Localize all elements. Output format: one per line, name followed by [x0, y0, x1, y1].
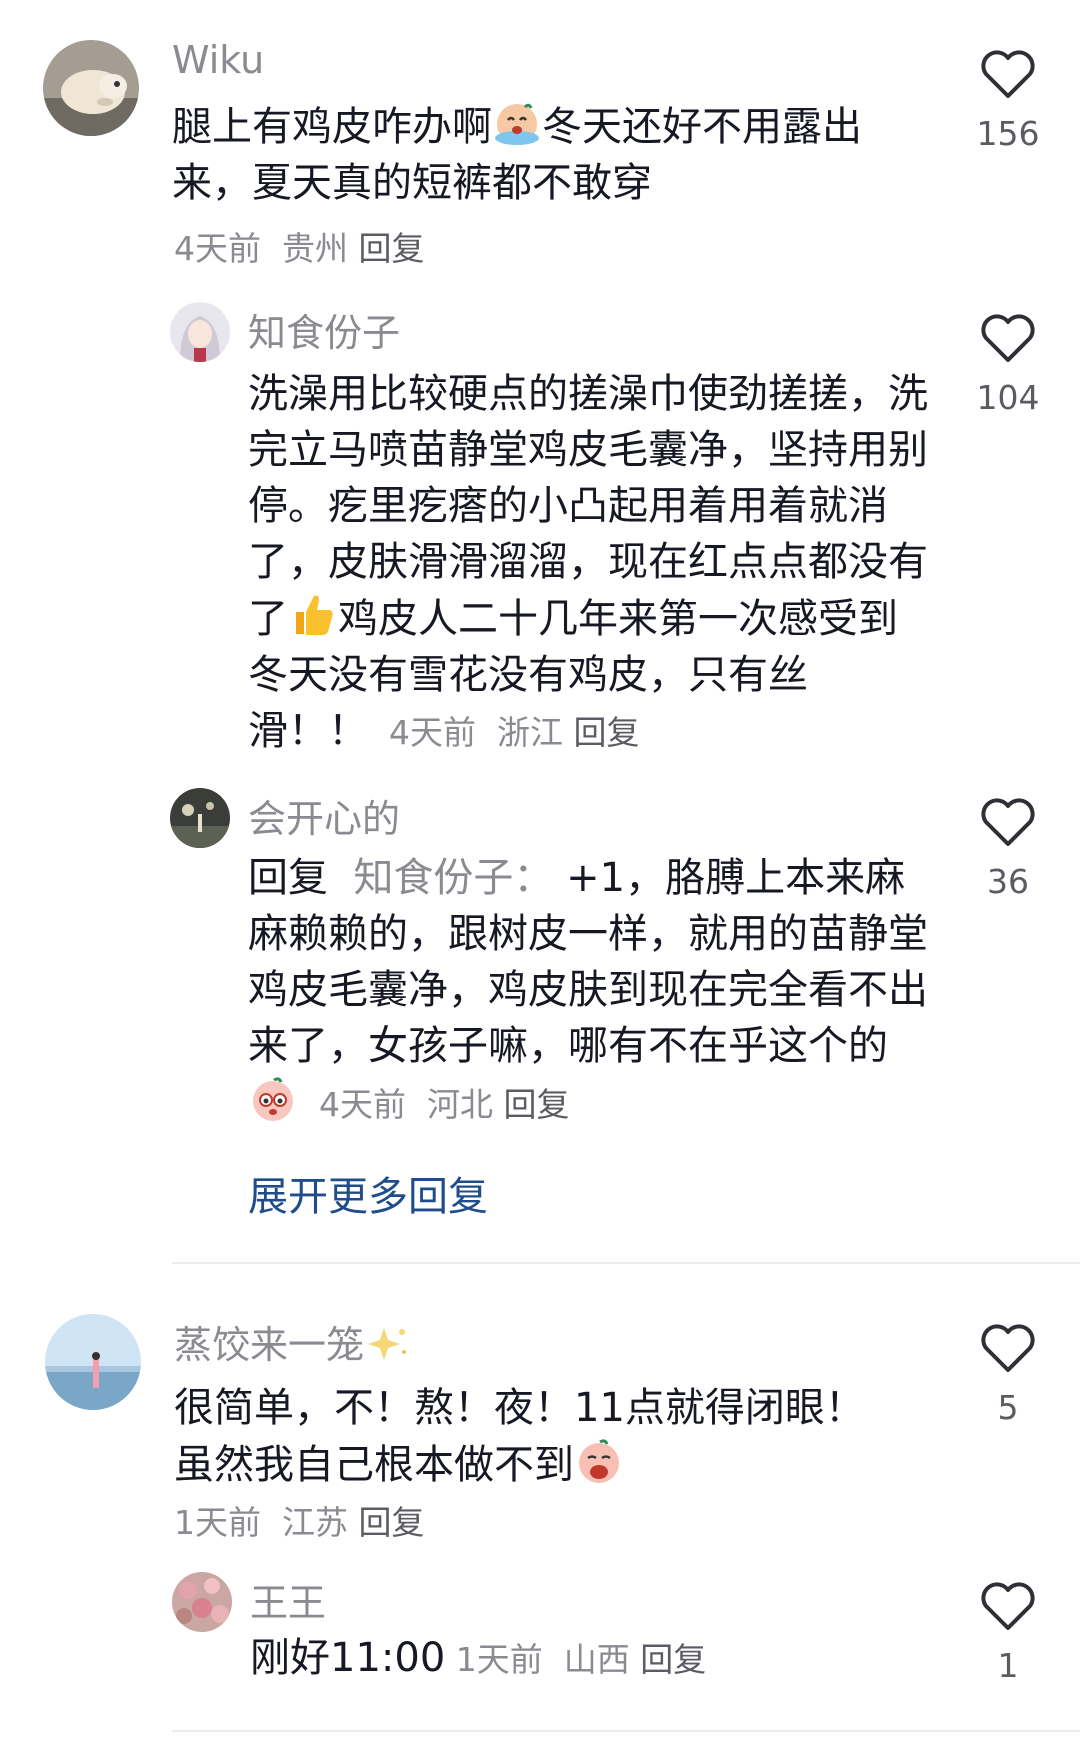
- mention[interactable]: 知食份子：: [353, 855, 553, 901]
- username[interactable]: 知食份子: [248, 302, 400, 357]
- avatar[interactable]: [43, 40, 139, 136]
- divider: [172, 1262, 1080, 1264]
- username[interactable]: Wiku: [172, 38, 264, 82]
- heart-outline-icon: [981, 50, 1035, 98]
- shy-face-emoji: [248, 1074, 298, 1124]
- comment-meta: 1天前 江苏 回复: [174, 1496, 424, 1544]
- timestamp: 1天前: [174, 1503, 261, 1542]
- heart-outline-icon: [981, 798, 1035, 846]
- username[interactable]: 王王: [250, 1572, 326, 1627]
- heart-outline-icon: [981, 1582, 1035, 1630]
- like-count: 36: [987, 862, 1029, 901]
- reply-button[interactable]: 回复: [640, 1640, 706, 1679]
- location: 浙江: [496, 713, 563, 752]
- divider: [172, 1730, 1080, 1732]
- timestamp: 4天前: [318, 1085, 406, 1124]
- crying-face-emoji: [492, 98, 542, 148]
- location: 山西: [563, 1640, 630, 1679]
- avatar[interactable]: [170, 788, 230, 848]
- reply-prefix: 回复: [248, 855, 328, 901]
- location: 贵州: [281, 229, 348, 268]
- timestamp: 1天前: [455, 1640, 543, 1679]
- like-count: 104: [976, 378, 1040, 417]
- reply-button[interactable]: 回复: [358, 1503, 424, 1542]
- reply-button[interactable]: 回复: [573, 713, 639, 752]
- yawning-face-emoji: [574, 1436, 624, 1486]
- heart-outline-icon: [981, 314, 1035, 362]
- like-button[interactable]: 5: [963, 1322, 1053, 1427]
- like-button[interactable]: 1: [963, 1580, 1053, 1685]
- expand-more-replies[interactable]: 展开更多回复: [248, 1164, 488, 1222]
- like-button[interactable]: 36: [963, 796, 1053, 901]
- like-count: 5: [997, 1388, 1019, 1427]
- comment-meta: 1天前 山西 回复: [445, 1640, 706, 1679]
- comment-text: 很简单，不！熬！夜！11点就得闭眼！ 虽然我自己根本做不到: [174, 1385, 865, 1488]
- like-button[interactable]: 156: [963, 48, 1053, 153]
- comment-text: 刚好11:00 1天前 山西 回复: [250, 1635, 707, 1681]
- timestamp: 4天前: [388, 713, 476, 752]
- timestamp: 4天前: [174, 229, 261, 268]
- location: 江苏: [281, 1503, 348, 1542]
- comment-text: 洗澡用比较硬点的搓澡巾使劲搓搓，洗完立马喷苗静堂鸡皮毛囊净，坚持用别停。疙里疙瘩…: [248, 371, 928, 754]
- like-count: 1: [997, 1646, 1019, 1685]
- comment-meta: 4天前 贵州 回复: [174, 222, 424, 270]
- like-button[interactable]: 104: [963, 312, 1053, 417]
- comment-meta: 4天前 浙江 回复: [368, 713, 639, 752]
- comment-text: 腿上有鸡皮咋办啊 冬天还好不用露出来，夏天真的短裤都不敢穿: [172, 98, 892, 211]
- avatar[interactable]: [45, 1314, 141, 1410]
- comment-text: 回复 知食份子： +1，胳膊上本来麻麻赖赖的，跟树皮一样，就用的苗静堂鸡皮毛囊净…: [248, 855, 928, 1124]
- avatar[interactable]: [170, 302, 230, 362]
- heart-outline-icon: [981, 1324, 1035, 1372]
- avatar[interactable]: [172, 1572, 232, 1632]
- username[interactable]: 会开心的: [248, 788, 400, 843]
- reply-button[interactable]: 回复: [358, 229, 424, 268]
- reply-button[interactable]: 回复: [503, 1085, 569, 1124]
- comment-meta: 4天前 河北 回复: [298, 1085, 569, 1124]
- sparkle-icon: [364, 1322, 412, 1366]
- thumbs-up-emoji: [288, 590, 338, 640]
- like-count: 156: [976, 114, 1040, 153]
- username[interactable]: 蒸饺来一笼: [174, 1314, 412, 1369]
- location: 河北: [426, 1085, 493, 1124]
